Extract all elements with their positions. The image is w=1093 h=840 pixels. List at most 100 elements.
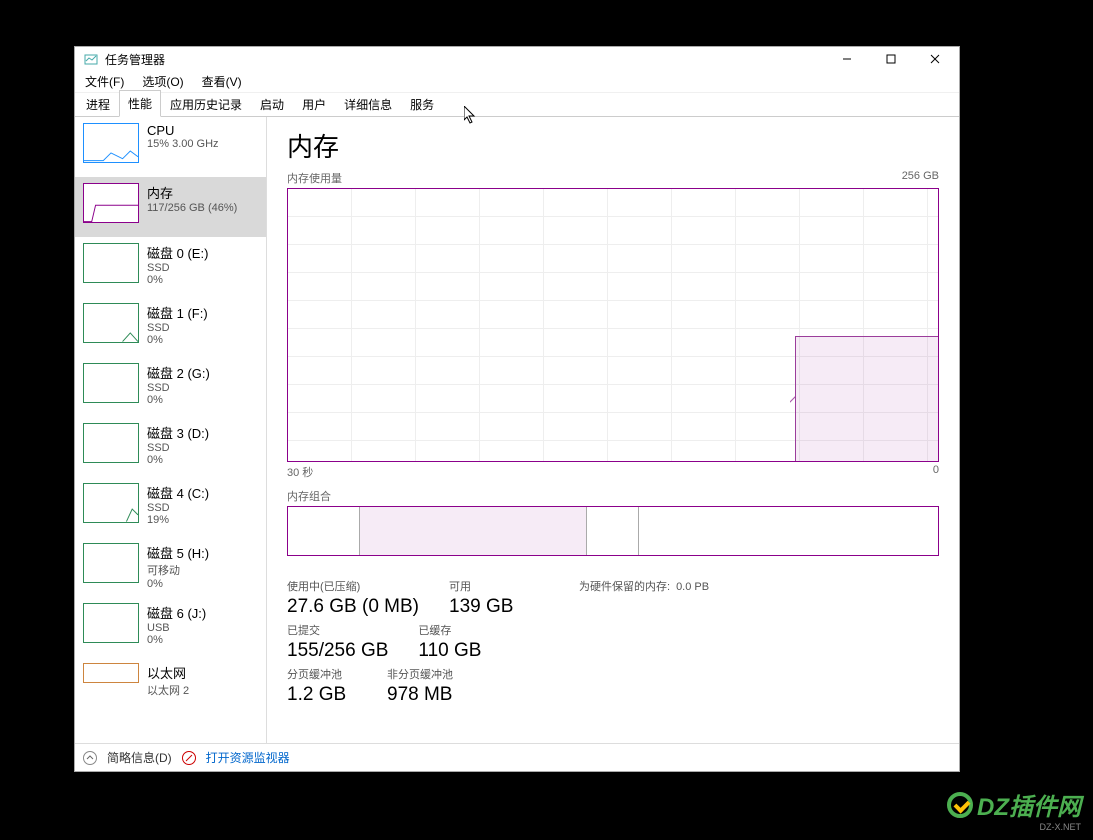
disk2-type: SSD bbox=[147, 382, 210, 394]
open-resource-monitor-link[interactable]: 打开资源监视器 bbox=[206, 749, 290, 766]
tab-startup[interactable]: 启动 bbox=[251, 91, 293, 117]
sidebar-item-disk2[interactable]: 磁盘 2 (G:) SSD 0% bbox=[75, 357, 266, 417]
disk-thumbnail-icon bbox=[83, 363, 139, 403]
sidebar-scroll[interactable]: CPU 15% 3.00 GHz 内存 117/256 GB (46%) 磁盘 … bbox=[75, 117, 266, 743]
disk1-label: 磁盘 1 (F:) bbox=[147, 303, 208, 322]
disk0-pct: 0% bbox=[147, 274, 208, 286]
disk2-pct: 0% bbox=[147, 394, 210, 406]
menu-options[interactable]: 选项(O) bbox=[138, 71, 187, 92]
cpu-label: CPU bbox=[147, 123, 219, 138]
disk1-pct: 0% bbox=[147, 334, 208, 346]
nonpaged-value: 978 MB bbox=[387, 684, 487, 706]
nonpaged-label: 非分页缓冲池 bbox=[387, 666, 487, 682]
ethernet-sub: 以太网 2 bbox=[147, 682, 189, 698]
memory-composition-bar[interactable] bbox=[287, 506, 939, 556]
disk-thumbnail-icon bbox=[83, 423, 139, 463]
comp-seg-standby bbox=[639, 507, 938, 555]
watermark-text: DZ插件网 bbox=[977, 787, 1081, 822]
disk0-type: SSD bbox=[147, 262, 208, 274]
menu-view[interactable]: 查看(V) bbox=[198, 71, 246, 92]
menubar: 文件(F) 选项(O) 查看(V) bbox=[75, 71, 959, 93]
paged-label: 分页缓冲池 bbox=[287, 666, 357, 682]
composition-label: 内存组合 bbox=[287, 488, 939, 504]
tab-details[interactable]: 详细信息 bbox=[335, 91, 401, 117]
tab-app-history[interactable]: 应用历史记录 bbox=[161, 91, 251, 117]
sidebar-item-disk6[interactable]: 磁盘 6 (J:) USB 0% bbox=[75, 597, 266, 657]
disk-thumbnail-icon bbox=[83, 603, 139, 643]
memory-detail-panel: 内存 内存使用量 256 GB 30 秒 0 内存组合 使用中(已压 bbox=[267, 117, 959, 743]
comp-seg-other bbox=[288, 507, 360, 555]
sidebar-item-disk1[interactable]: 磁盘 1 (F:) SSD 0% bbox=[75, 297, 266, 357]
memory-status: 117/256 GB (46%) bbox=[147, 202, 237, 214]
minimize-button[interactable] bbox=[825, 47, 869, 71]
cpu-thumbnail-icon bbox=[83, 123, 139, 163]
maximize-button[interactable] bbox=[869, 47, 913, 71]
close-button[interactable] bbox=[913, 47, 957, 71]
tab-services[interactable]: 服务 bbox=[401, 91, 443, 117]
available-label: 可用 bbox=[449, 578, 549, 594]
chart-usage-label: 内存使用量 bbox=[287, 170, 342, 186]
reserved-value: 0.0 PB bbox=[676, 581, 709, 593]
window-title: 任务管理器 bbox=[105, 51, 825, 68]
comp-seg-modified bbox=[587, 507, 639, 555]
in-use-value: 27.6 GB (0 MB) bbox=[287, 596, 419, 618]
disk0-label: 磁盘 0 (E:) bbox=[147, 243, 208, 262]
disk6-pct: 0% bbox=[147, 634, 206, 646]
disk-thumbnail-icon bbox=[83, 243, 139, 283]
sidebar-item-disk5[interactable]: 磁盘 5 (H:) 可移动 0% bbox=[75, 537, 266, 597]
sidebar-item-memory[interactable]: 内存 117/256 GB (46%) bbox=[75, 177, 266, 237]
disk3-type: SSD bbox=[147, 442, 209, 454]
disk-thumbnail-icon bbox=[83, 543, 139, 583]
chart-x-left: 30 秒 bbox=[287, 464, 313, 480]
sidebar-item-disk3[interactable]: 磁盘 3 (D:) SSD 0% bbox=[75, 417, 266, 477]
memory-thumbnail-icon bbox=[83, 183, 139, 223]
resource-sidebar: CPU 15% 3.00 GHz 内存 117/256 GB (46%) 磁盘 … bbox=[75, 117, 267, 743]
fewer-details-button[interactable]: 简略信息(D) bbox=[107, 749, 172, 766]
menu-file[interactable]: 文件(F) bbox=[81, 71, 128, 92]
sidebar-item-disk0[interactable]: 磁盘 0 (E:) SSD 0% bbox=[75, 237, 266, 297]
resmon-icon bbox=[182, 751, 196, 765]
tab-performance[interactable]: 性能 bbox=[119, 90, 161, 117]
disk3-pct: 0% bbox=[147, 454, 209, 466]
committed-value: 155/256 GB bbox=[287, 640, 388, 662]
cached-label: 已缓存 bbox=[418, 622, 518, 638]
cpu-status: 15% 3.00 GHz bbox=[147, 138, 219, 150]
comp-seg-in-use bbox=[360, 507, 588, 555]
chart-max-label: 256 GB bbox=[902, 170, 939, 186]
watermark-sub: DZ-X.NET bbox=[1040, 822, 1082, 832]
fewer-details-icon bbox=[83, 751, 97, 765]
chart-x-right: 0 bbox=[933, 464, 939, 480]
memory-label: 内存 bbox=[147, 183, 237, 202]
watermark-logo: DZ插件网 DZ-X.NET bbox=[947, 787, 1081, 822]
titlebar[interactable]: 任务管理器 bbox=[75, 47, 959, 71]
disk6-label: 磁盘 6 (J:) bbox=[147, 603, 206, 622]
disk-thumbnail-icon bbox=[83, 303, 139, 343]
paged-value: 1.2 GB bbox=[287, 684, 357, 706]
page-title: 内存 bbox=[287, 127, 939, 164]
disk4-pct: 19% bbox=[147, 514, 209, 526]
disk3-label: 磁盘 3 (D:) bbox=[147, 423, 209, 442]
reserved-label: 为硬件保留的内存: bbox=[579, 578, 670, 594]
tab-users[interactable]: 用户 bbox=[293, 91, 335, 117]
tab-processes[interactable]: 进程 bbox=[77, 91, 119, 117]
memory-usage-chart[interactable] bbox=[287, 188, 939, 462]
sidebar-item-disk4[interactable]: 磁盘 4 (C:) SSD 19% bbox=[75, 477, 266, 537]
memory-usage-fill bbox=[795, 336, 938, 461]
task-manager-window: 任务管理器 文件(F) 选项(O) 查看(V) 进程 性能 应用历史记录 启动 … bbox=[74, 46, 960, 772]
disk1-type: SSD bbox=[147, 322, 208, 334]
in-use-label: 使用中(已压缩) bbox=[287, 578, 419, 594]
sidebar-item-cpu[interactable]: CPU 15% 3.00 GHz bbox=[75, 117, 266, 177]
ethernet-thumbnail-icon bbox=[83, 663, 139, 683]
sidebar-item-ethernet[interactable]: 以太网 以太网 2 bbox=[75, 657, 266, 704]
tab-strip: 进程 性能 应用历史记录 启动 用户 详细信息 服务 bbox=[75, 93, 959, 117]
ethernet-label: 以太网 bbox=[147, 663, 189, 682]
disk5-type: 可移动 bbox=[147, 562, 209, 578]
disk2-label: 磁盘 2 (G:) bbox=[147, 363, 210, 382]
available-value: 139 GB bbox=[449, 596, 549, 618]
app-icon bbox=[83, 51, 99, 67]
watermark-check-icon bbox=[947, 792, 973, 818]
disk5-label: 磁盘 5 (H:) bbox=[147, 543, 209, 562]
committed-label: 已提交 bbox=[287, 622, 388, 638]
footer: 简略信息(D) 打开资源监视器 bbox=[75, 743, 959, 771]
cached-value: 110 GB bbox=[418, 640, 518, 662]
